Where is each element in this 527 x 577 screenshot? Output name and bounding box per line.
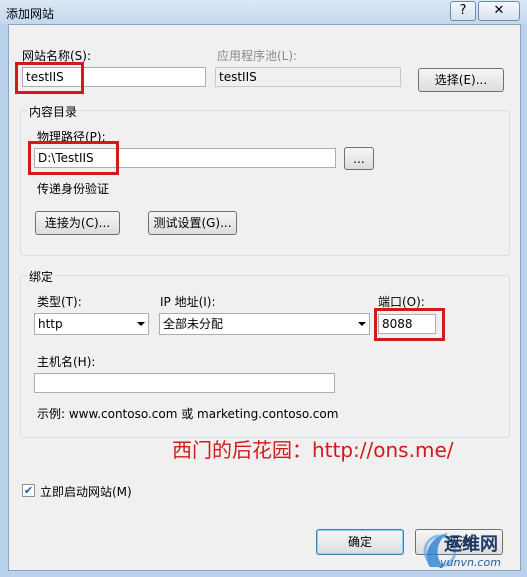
ip-address-select-value: 全部未分配	[163, 317, 224, 331]
type-label: 类型(T):	[37, 295, 82, 309]
chevron-down-icon	[358, 322, 366, 326]
app-pool-field: testIIS	[215, 67, 401, 87]
watermark-text: 西门的后花园：http://ons.me/	[172, 438, 454, 462]
browse-path-button[interactable]: ...	[344, 147, 374, 170]
title-bar: 添加网站 ? ✕	[0, 0, 527, 24]
type-select[interactable]: http	[34, 313, 149, 335]
binding-title: 绑定	[27, 268, 56, 285]
pass-through-auth-label: 传递身份验证	[37, 182, 110, 196]
app-pool-label: 应用程序池(L):	[217, 49, 298, 63]
logo-url: yunvn.com	[440, 556, 501, 569]
test-settings-button[interactable]: 测试设置(G)...	[148, 211, 237, 235]
ip-address-label: IP 地址(I):	[160, 295, 216, 309]
content-directory-title: 内容目录	[27, 103, 80, 120]
type-select-value: http	[38, 317, 63, 331]
ip-address-select[interactable]: 全部未分配	[159, 313, 370, 335]
host-name-input[interactable]	[34, 373, 335, 393]
annotation-box-site-name	[15, 62, 84, 94]
start-now-label: 立即启动网站(M)	[40, 485, 132, 499]
connect-as-button[interactable]: 连接为(C)...	[35, 211, 120, 235]
select-pool-button[interactable]: 选择(E)...	[418, 68, 504, 92]
window-title: 添加网站	[6, 7, 55, 21]
start-now-checkbox[interactable]: ✔	[22, 484, 35, 497]
host-name-label: 主机名(H):	[37, 355, 96, 369]
annotation-box-port	[374, 308, 445, 341]
help-button[interactable]: ?	[450, 1, 476, 21]
chevron-down-icon	[137, 322, 145, 326]
binding-example-text: 示例: www.contoso.com 或 marketing.contoso.…	[37, 407, 339, 421]
logo-text: 运维网	[444, 534, 498, 555]
annotation-box-physical-path	[28, 141, 119, 175]
ok-button[interactable]: 确定	[316, 529, 404, 555]
close-button[interactable]: ✕	[478, 1, 520, 21]
